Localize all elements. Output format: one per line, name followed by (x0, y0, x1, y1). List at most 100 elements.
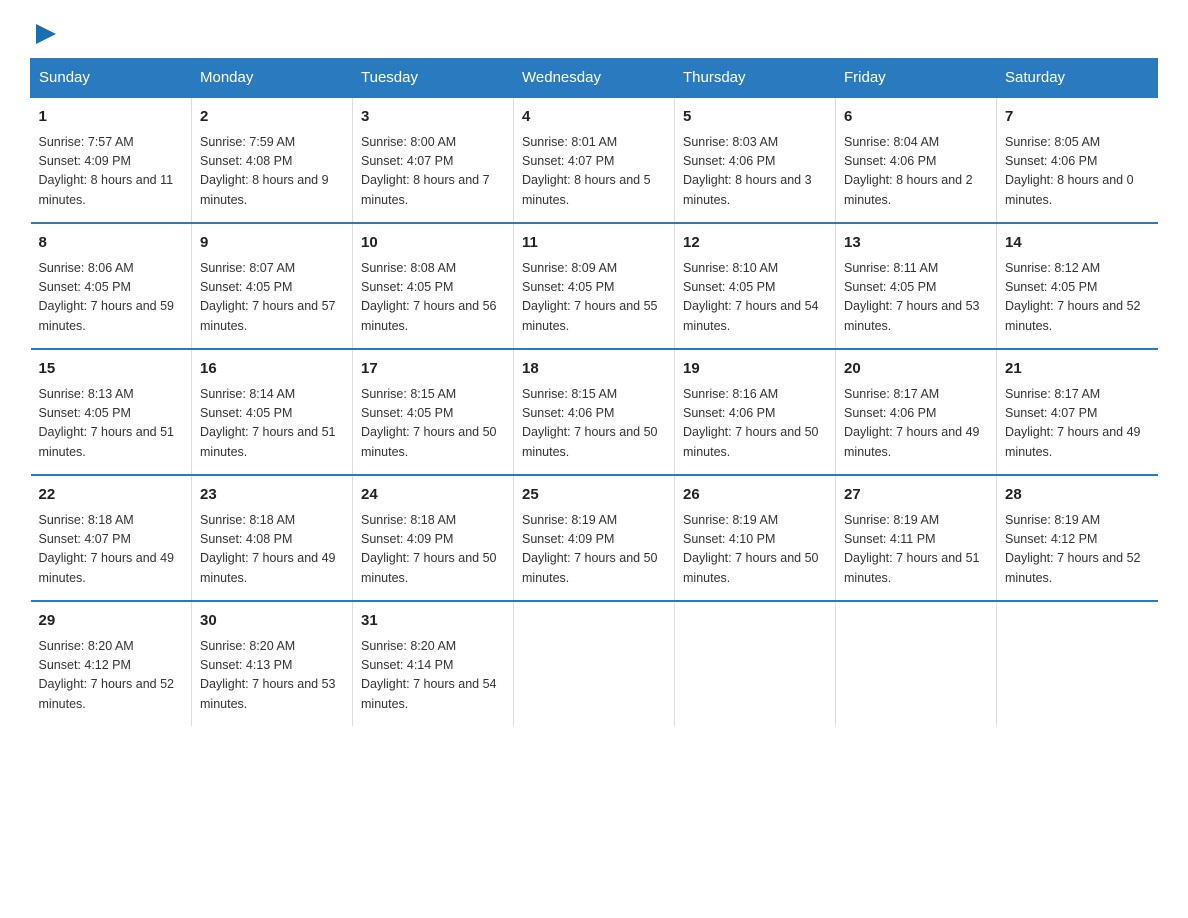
day-info: Sunrise: 8:20 AMSunset: 4:13 PMDaylight:… (200, 637, 344, 715)
calendar-cell: 2 Sunrise: 7:59 AMSunset: 4:08 PMDaylight… (192, 97, 353, 223)
day-info: Sunrise: 7:59 AMSunset: 4:08 PMDaylight:… (200, 133, 344, 211)
calendar-cell: 1 Sunrise: 7:57 AMSunset: 4:09 PMDaylight… (31, 97, 192, 223)
day-number: 11 (522, 232, 666, 255)
day-number: 17 (361, 358, 505, 381)
calendar-cell: 24 Sunrise: 8:18 AMSunset: 4:09 PMDayligh… (353, 475, 514, 601)
calendar-cell: 28Sunrise: 8:19 AMSunset: 4:12 PMDayligh… (997, 475, 1158, 601)
day-info: Sunrise: 8:04 AMSunset: 4:06 PMDaylight:… (844, 133, 988, 211)
week-row-5: 29 Sunrise: 8:20 AMSunset: 4:12 PMDayligh… (31, 601, 1158, 726)
calendar-cell: 31Sunrise: 8:20 AMSunset: 4:14 PMDayligh… (353, 601, 514, 726)
day-info: Sunrise: 8:18 AMSunset: 4:07 PMDaylight:… (39, 511, 184, 589)
calendar-cell: 30 Sunrise: 8:20 AMSunset: 4:13 PMDayligh… (192, 601, 353, 726)
calendar-cell: 11 Sunrise: 8:09 AMSunset: 4:05 PMDayligh… (514, 223, 675, 349)
day-number: 23 (200, 484, 344, 507)
calendar-cell: 10 Sunrise: 8:08 AMSunset: 4:05 PMDayligh… (353, 223, 514, 349)
day-info: Sunrise: 7:57 AMSunset: 4:09 PMDaylight:… (39, 133, 184, 211)
calendar-cell (514, 601, 675, 726)
calendar-cell: 23 Sunrise: 8:18 AMSunset: 4:08 PMDayligh… (192, 475, 353, 601)
day-info: Sunrise: 8:17 AMSunset: 4:07 PMDaylight:… (1005, 385, 1150, 463)
day-number: 15 (39, 358, 184, 381)
page-header (30, 20, 1158, 48)
calendar-cell: 8 Sunrise: 8:06 AMSunset: 4:05 PMDaylight… (31, 223, 192, 349)
header-saturday: Saturday (997, 59, 1158, 98)
calendar-cell: 6 Sunrise: 8:04 AMSunset: 4:06 PMDaylight… (836, 97, 997, 223)
day-number: 29 (39, 610, 184, 633)
day-number: 10 (361, 232, 505, 255)
logo-triangle-icon (32, 20, 60, 48)
calendar-cell: 7 Sunrise: 8:05 AMSunset: 4:06 PMDaylight… (997, 97, 1158, 223)
calendar-cell: 9 Sunrise: 8:07 AMSunset: 4:05 PMDaylight… (192, 223, 353, 349)
week-row-3: 15 Sunrise: 8:13 AMSunset: 4:05 PMDayligh… (31, 349, 1158, 475)
day-info: Sunrise: 8:20 AMSunset: 4:12 PMDaylight:… (39, 637, 184, 715)
day-info: Sunrise: 8:13 AMSunset: 4:05 PMDaylight:… (39, 385, 184, 463)
day-number: 21 (1005, 358, 1150, 381)
header-sunday: Sunday (31, 59, 192, 98)
day-info: Sunrise: 8:19 AMSunset: 4:09 PMDaylight:… (522, 511, 666, 589)
week-row-4: 22 Sunrise: 8:18 AMSunset: 4:07 PMDayligh… (31, 475, 1158, 601)
day-info: Sunrise: 8:06 AMSunset: 4:05 PMDaylight:… (39, 259, 184, 337)
day-number: 7 (1005, 106, 1150, 129)
calendar-cell: 5Sunrise: 8:03 AMSunset: 4:06 PMDaylight… (675, 97, 836, 223)
calendar-cell: 22 Sunrise: 8:18 AMSunset: 4:07 PMDayligh… (31, 475, 192, 601)
day-number: 13 (844, 232, 988, 255)
calendar-cell (836, 601, 997, 726)
day-info: Sunrise: 8:12 AMSunset: 4:05 PMDaylight:… (1005, 259, 1150, 337)
logo (30, 20, 60, 48)
day-number: 4 (522, 106, 666, 129)
day-number: 25 (522, 484, 666, 507)
day-number: 1 (39, 106, 184, 129)
calendar-cell (997, 601, 1158, 726)
day-info: Sunrise: 8:05 AMSunset: 4:06 PMDaylight:… (1005, 133, 1150, 211)
day-info: Sunrise: 8:07 AMSunset: 4:05 PMDaylight:… (200, 259, 344, 337)
day-number: 19 (683, 358, 827, 381)
day-info: Sunrise: 8:18 AMSunset: 4:09 PMDaylight:… (361, 511, 505, 589)
header-wednesday: Wednesday (514, 59, 675, 98)
day-info: Sunrise: 8:09 AMSunset: 4:05 PMDaylight:… (522, 259, 666, 337)
day-number: 22 (39, 484, 184, 507)
calendar-table: SundayMondayTuesdayWednesdayThursdayFrid… (30, 58, 1158, 726)
week-row-2: 8 Sunrise: 8:06 AMSunset: 4:05 PMDaylight… (31, 223, 1158, 349)
day-number: 20 (844, 358, 988, 381)
day-info: Sunrise: 8:17 AMSunset: 4:06 PMDaylight:… (844, 385, 988, 463)
week-row-1: 1 Sunrise: 7:57 AMSunset: 4:09 PMDaylight… (31, 97, 1158, 223)
calendar-cell: 18 Sunrise: 8:15 AMSunset: 4:06 PMDayligh… (514, 349, 675, 475)
calendar-cell: 13 Sunrise: 8:11 AMSunset: 4:05 PMDayligh… (836, 223, 997, 349)
calendar-cell: 15 Sunrise: 8:13 AMSunset: 4:05 PMDayligh… (31, 349, 192, 475)
day-number: 3 (361, 106, 505, 129)
day-number: 24 (361, 484, 505, 507)
day-number: 30 (200, 610, 344, 633)
header-thursday: Thursday (675, 59, 836, 98)
calendar-cell (675, 601, 836, 726)
day-info: Sunrise: 8:15 AMSunset: 4:06 PMDaylight:… (522, 385, 666, 463)
day-number: 9 (200, 232, 344, 255)
day-info: Sunrise: 8:11 AMSunset: 4:05 PMDaylight:… (844, 259, 988, 337)
calendar-cell: 19 Sunrise: 8:16 AMSunset: 4:06 PMDayligh… (675, 349, 836, 475)
calendar-cell: 17 Sunrise: 8:15 AMSunset: 4:05 PMDayligh… (353, 349, 514, 475)
day-info: Sunrise: 8:19 AMSunset: 4:12 PMDaylight:… (1005, 511, 1150, 589)
day-info: Sunrise: 8:00 AMSunset: 4:07 PMDaylight:… (361, 133, 505, 211)
day-number: 12 (683, 232, 827, 255)
day-info: Sunrise: 8:01 AMSunset: 4:07 PMDaylight:… (522, 133, 666, 211)
day-number: 8 (39, 232, 184, 255)
calendar-cell: 29 Sunrise: 8:20 AMSunset: 4:12 PMDayligh… (31, 601, 192, 726)
calendar-cell: 25 Sunrise: 8:19 AMSunset: 4:09 PMDayligh… (514, 475, 675, 601)
calendar-cell: 4 Sunrise: 8:01 AMSunset: 4:07 PMDaylight… (514, 97, 675, 223)
header-monday: Monday (192, 59, 353, 98)
day-info: Sunrise: 8:03 AMSunset: 4:06 PMDaylight:… (683, 133, 827, 211)
day-number: 14 (1005, 232, 1150, 255)
day-info: Sunrise: 8:10 AMSunset: 4:05 PMDaylight:… (683, 259, 827, 337)
day-info: Sunrise: 8:19 AMSunset: 4:11 PMDaylight:… (844, 511, 988, 589)
calendar-cell: 14 Sunrise: 8:12 AMSunset: 4:05 PMDayligh… (997, 223, 1158, 349)
day-number: 6 (844, 106, 988, 129)
header-tuesday: Tuesday (353, 59, 514, 98)
calendar-cell: 12 Sunrise: 8:10 AMSunset: 4:05 PMDayligh… (675, 223, 836, 349)
day-number: 18 (522, 358, 666, 381)
calendar-cell: 16Sunrise: 8:14 AMSunset: 4:05 PMDayligh… (192, 349, 353, 475)
day-info: Sunrise: 8:08 AMSunset: 4:05 PMDaylight:… (361, 259, 505, 337)
day-info: Sunrise: 8:15 AMSunset: 4:05 PMDaylight:… (361, 385, 505, 463)
day-info: Sunrise: 8:20 AMSunset: 4:14 PMDaylight:… (361, 637, 505, 715)
calendar-cell: 20 Sunrise: 8:17 AMSunset: 4:06 PMDayligh… (836, 349, 997, 475)
day-info: Sunrise: 8:16 AMSunset: 4:06 PMDaylight:… (683, 385, 827, 463)
day-number: 2 (200, 106, 344, 129)
day-info: Sunrise: 8:18 AMSunset: 4:08 PMDaylight:… (200, 511, 344, 589)
